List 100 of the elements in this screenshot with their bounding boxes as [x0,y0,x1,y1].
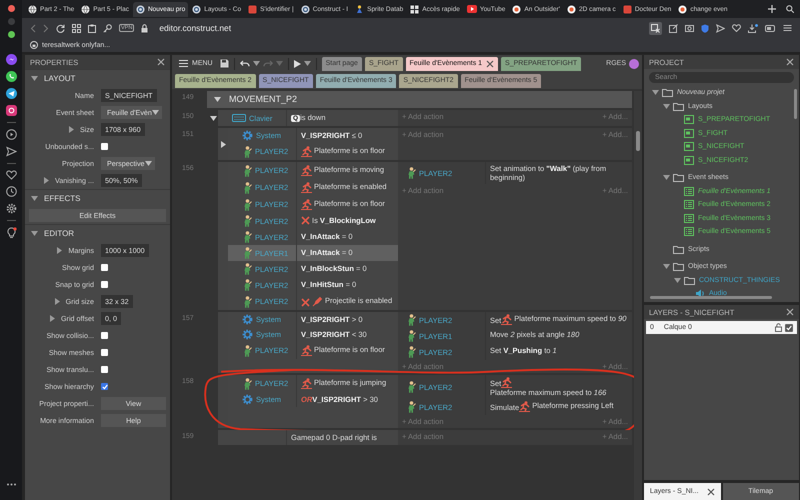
folder-icon [673,173,684,182]
close-icon[interactable] [486,60,494,68]
caret-right-icon [69,126,74,133]
folder-icon [673,102,684,111]
settings-icon[interactable] [6,203,16,214]
avatar[interactable] [629,58,639,68]
lightbulb-icon[interactable] [6,227,16,239]
lock-circle-icon [30,41,38,49]
scrollbar-thumb[interactable] [636,131,640,151]
caret-down-icon [662,264,670,270]
checkbox[interactable] [101,366,108,373]
scrollbar-thumb[interactable] [650,296,772,299]
caret-right-icon [54,298,60,305]
keyboard-icon [232,113,246,123]
figure-icon [242,344,252,356]
caret-right-icon [44,177,49,184]
caret-down-icon [214,97,221,102]
forward-icon[interactable] [43,24,49,32]
figure-icon [406,381,416,393]
figure-icon [242,231,252,243]
group-header[interactable]: MOVEMENT_P2 [207,91,632,108]
phone-bubble-icon[interactable] [6,71,16,82]
cross-icon [301,216,310,225]
camera-icon[interactable] [685,24,694,32]
close-icon[interactable] [786,58,794,66]
close-icon[interactable] [157,58,165,66]
back-icon[interactable] [30,24,36,32]
layout-icon [684,128,694,138]
lock-icon[interactable] [775,323,782,332]
caret-down-icon [31,76,38,81]
figure-icon [406,330,416,342]
more-icon[interactable] [6,483,16,486]
edit-icon[interactable] [669,24,678,32]
paper-plane-icon[interactable] [6,88,16,99]
layout-icon [684,115,694,124]
close-icon[interactable] [786,308,794,316]
plus-icon[interactable] [768,5,776,13]
chat-bubble-icon[interactable] [6,54,16,65]
folder-icon [673,262,684,272]
figure-icon [242,247,252,259]
figure-icon [406,346,416,358]
figure-icon [242,164,252,176]
cross-icon [301,298,310,307]
zoom-button[interactable] [8,31,14,38]
play-circle-icon[interactable] [6,129,16,140]
caret-right-icon [50,315,55,322]
layout-icon [684,142,694,152]
send-icon[interactable] [716,24,725,32]
figure-icon [406,167,416,179]
scrollbar-thumb[interactable] [794,89,797,119]
caret-down-icon [210,116,216,120]
folder-icon [662,88,673,98]
running-figure-icon [301,146,312,157]
close-button[interactable] [8,5,14,12]
gear-icon [242,130,253,141]
figure-icon [355,4,364,14]
clipboard-icon[interactable] [88,24,96,32]
section-title[interactable]: EFFECTS [44,194,80,203]
speaker-icon [695,289,705,298]
checkbox[interactable] [101,264,108,271]
layout-icon [684,156,694,165]
list-icon [684,186,694,196]
url-field[interactable]: editor.construct.net [159,23,232,33]
caret-down-icon [304,61,311,66]
gear-icon [242,394,253,405]
play-icon[interactable] [294,60,301,68]
checkbox[interactable] [101,349,108,356]
grid-icon[interactable] [72,24,81,32]
section-title[interactable]: EDITOR [44,229,74,238]
gear-icon [242,329,253,340]
sliders-icon[interactable] [783,24,792,32]
send-icon[interactable] [6,146,16,157]
checkbox[interactable] [101,281,108,288]
checkbox[interactable] [101,332,108,339]
battery-icon[interactable] [765,24,776,32]
search-icon[interactable] [786,5,794,13]
reload-icon[interactable] [56,24,65,32]
checkbox[interactable] [101,143,108,150]
download-icon[interactable] [748,24,758,32]
heart-icon[interactable] [732,24,741,32]
camera-icon[interactable] [6,105,16,116]
figure-icon [242,378,252,390]
caret-down-icon [652,90,658,96]
circle-icon [678,4,688,14]
extension-button[interactable] [649,22,662,34]
heart-icon[interactable] [6,170,16,180]
checkbox[interactable] [785,324,793,332]
clock-icon[interactable] [6,186,16,197]
caret-right-icon [57,247,62,254]
circle-icon [566,4,576,14]
ring-icon [300,4,310,14]
caret-down-icon [31,196,38,201]
caret-down-icon [662,175,670,180]
save-icon[interactable] [220,59,229,68]
list-icon [684,200,694,210]
undo-icon[interactable] [240,60,250,67]
close-icon[interactable] [706,488,715,496]
shield-icon[interactable] [701,24,709,32]
key-icon[interactable] [103,24,112,32]
section-title[interactable]: LAYOUT [44,74,76,83]
